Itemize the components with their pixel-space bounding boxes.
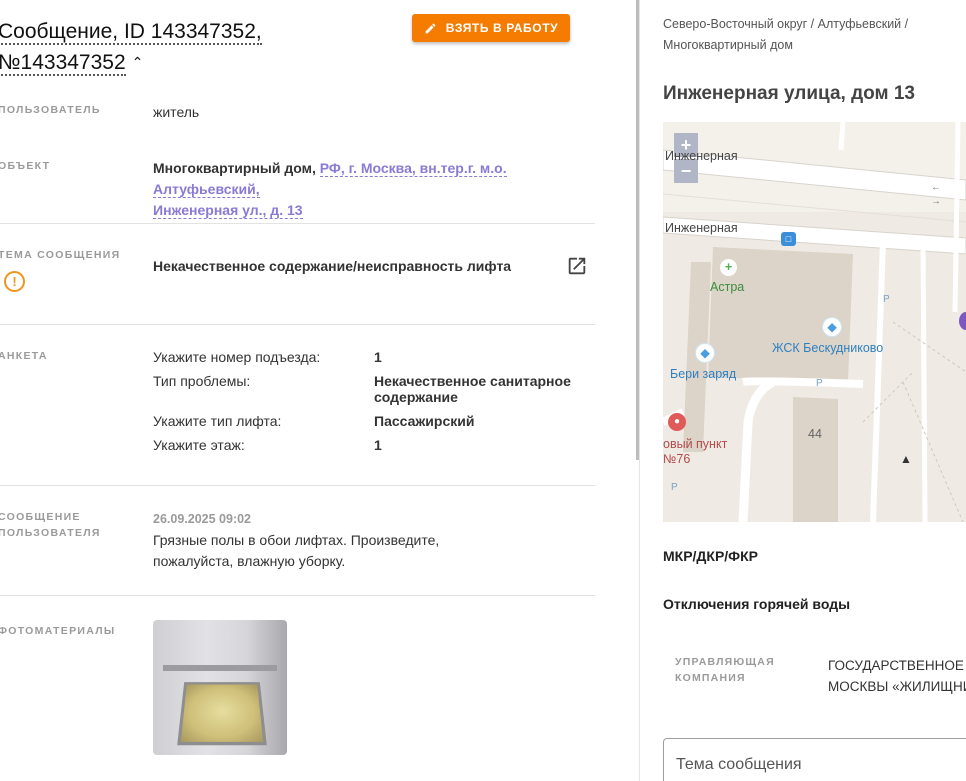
management-company-value: ГОСУДАРСТВЕННОЕ Б МОСКВЫ «ЖИЛИЩНИ [828,658,966,694]
pencil-icon [425,23,436,33]
take-to-work-button[interactable]: ВЗЯТЬ В РАБОТУ [412,14,570,42]
management-company-label: УПРАВЛЯЮЩАЯ КОМПАНИЯ [675,656,775,684]
survey-question: Укажите этаж: [153,437,245,453]
survey-answer: 1 [374,349,382,365]
photos-label: ФОТОМАТЕРИАЛЫ [0,625,116,637]
breadcrumb: Северо-Восточный округ / Алтуфьевский / … [663,14,963,56]
title-line-1: Сообщение, ID 143347352, [0,20,262,45]
message-label: СООБЩЕНИЕ ПОЛЬЗОВАТЕЛЯ [0,511,101,539]
map-poi-label: Астра [710,280,745,294]
map-marker-icon[interactable] [959,312,966,330]
parking-icon: P [883,294,890,305]
warning-icon: ! [4,271,25,292]
map-poi-label: ЖСК Бескудниково [772,341,884,355]
message-subject-input[interactable] [676,756,956,774]
housing-icon[interactable]: ◆ [822,317,842,337]
section-mkr-title[interactable]: МКР/ДКР/ФКР [663,548,758,564]
user-label: ПОЛЬЗОВАТЕЛЬ [0,104,101,116]
survey-answer: Некачественное санитарное содержание [374,373,571,405]
breadcrumb-line-1: Северо-Восточный округ / Алтуфьевский / [663,17,909,31]
divider [0,223,595,224]
user-value: житель [153,104,200,120]
map-street-label: Инженерная [665,221,738,235]
section-hot-water-title[interactable]: Отключения горячей воды [663,596,850,612]
take-to-work-label: ВЗЯТЬ В РАБОТУ [445,21,559,35]
map-street-label: Инженерная [665,149,738,163]
message-details-pane: Сообщение, ID 143347352, №143347352 ⌃ ВЗЯ… [0,0,636,781]
breadcrumb-line-2: Многоквартирный дом [663,38,793,52]
divider [0,595,595,596]
message-date: 26.09.2025 09:02 [153,512,252,526]
photo-detail [163,665,277,671]
page-title: Сообщение, ID 143347352, №143347352 ⌃ [0,16,262,78]
parking-icon: P [816,378,823,389]
topic-value: Некачественное содержание/неисправность … [153,258,512,274]
object-address-title: Инженерная улица, дом 13 [663,83,915,104]
object-type: Многоквартирный дом, [153,160,316,176]
survey-answer: Пассажирский [374,413,475,429]
map-building-number: 44 [808,427,822,441]
survey-question: Укажите тип лифта: [153,413,282,429]
map-poi-label: овый пункт №76 [663,437,728,466]
map-poi-label: Бери заряд [670,367,737,381]
message-subject-field[interactable] [663,738,966,781]
chevron-up-icon[interactable]: ⌃ [132,47,144,78]
bus-stop-icon[interactable]: □ [781,232,796,246]
parking-icon: P [671,482,678,493]
object-value: Многоквартирный дом, РФ, г. Москва, вн.т… [153,158,598,221]
survey-question: Укажите номер подъезда: [153,349,321,365]
survey-answer: 1 [374,437,382,453]
direction-arrow-icon: ← [931,182,941,193]
title-line-2: №143347352 [0,51,126,76]
pickup-point-icon[interactable]: ● [668,413,686,431]
divider [0,324,595,325]
divider [0,485,595,486]
map[interactable]: + − Инженерная Инженерная □ + Астра ◆ ЖС… [663,122,966,522]
pharmacy-icon[interactable]: + [720,259,737,276]
direction-arrow-icon: → [931,196,941,207]
topic-label: ТЕМА СООБЩЕНИЯ [0,249,121,261]
object-info-pane: Северо-Восточный округ / Алтуфьевский / … [640,0,966,781]
landmark-icon: ▲ [900,452,912,466]
object-address-link-2[interactable]: Инженерная ул., д. 13 [153,202,303,219]
survey-label: АНКЕТА [0,350,48,362]
photo-detail [177,682,267,746]
message-text: Грязные полы в обои лифтах. Произведите,… [153,532,440,569]
survey-question: Тип проблемы: [153,373,251,389]
charging-icon[interactable]: ◆ [695,343,715,363]
open-external-icon[interactable] [566,255,588,277]
photo-thumbnail[interactable] [153,620,287,755]
object-label: ОБЪЕКТ [0,160,51,172]
